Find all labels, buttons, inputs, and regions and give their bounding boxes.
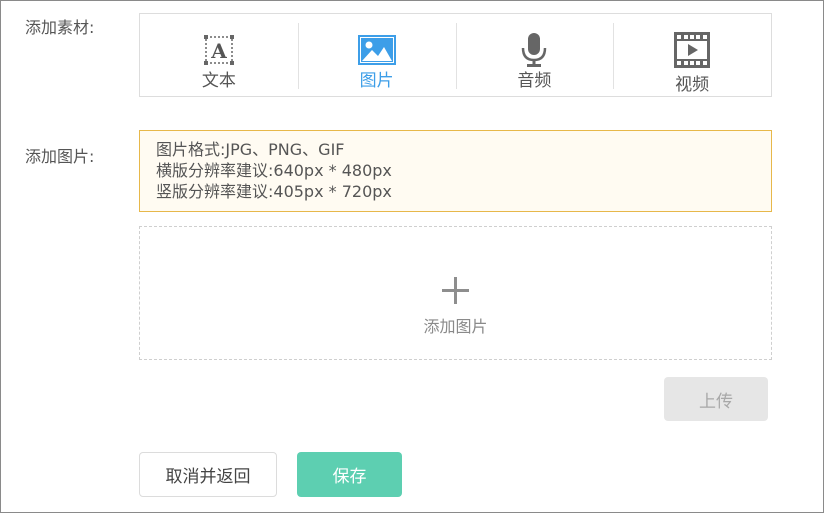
tab-audio[interactable]: 音频 (455, 14, 614, 96)
save-button[interactable]: 保存 (297, 452, 402, 497)
add-image-dropzone-label: 添加图片 (423, 317, 488, 336)
image-requirements-notice: 图片格式:JPG、PNG、GIF 横版分辨率建议:640px * 480px 竖… (139, 130, 772, 212)
tab-text[interactable]: A 文本 (140, 14, 298, 96)
tab-audio-label: 音频 (517, 71, 552, 91)
image-icon (357, 32, 396, 68)
cancel-and-return-button[interactable]: 取消并返回 (139, 452, 277, 497)
tab-text-label: 文本 (201, 71, 236, 91)
add-material-label: 添加素材: (25, 18, 95, 37)
tab-image-label: 图片 (359, 71, 394, 91)
portrait-resolution-hint: 竖版分辨率建议:405px * 720px (156, 182, 392, 201)
landscape-resolution-hint: 横版分辨率建议:640px * 480px (156, 161, 392, 180)
image-format-hint: 图片格式:JPG、PNG、GIF (156, 140, 345, 159)
tab-image[interactable]: 图片 (297, 14, 456, 96)
add-image-dropzone[interactable]: 添加图片 (139, 226, 772, 360)
tab-video[interactable]: 视频 (613, 14, 771, 96)
add-image-label: 添加图片: (25, 147, 95, 166)
material-type-tabs: A 文本 图片 音频 视频 (139, 13, 772, 97)
video-icon (673, 32, 711, 68)
upload-button[interactable]: 上传 (664, 377, 768, 421)
svg-text:A: A (210, 39, 227, 63)
microphone-icon (515, 32, 553, 68)
tab-video-label: 视频 (675, 75, 710, 95)
plus-icon (442, 277, 469, 304)
text-icon: A (200, 32, 238, 68)
